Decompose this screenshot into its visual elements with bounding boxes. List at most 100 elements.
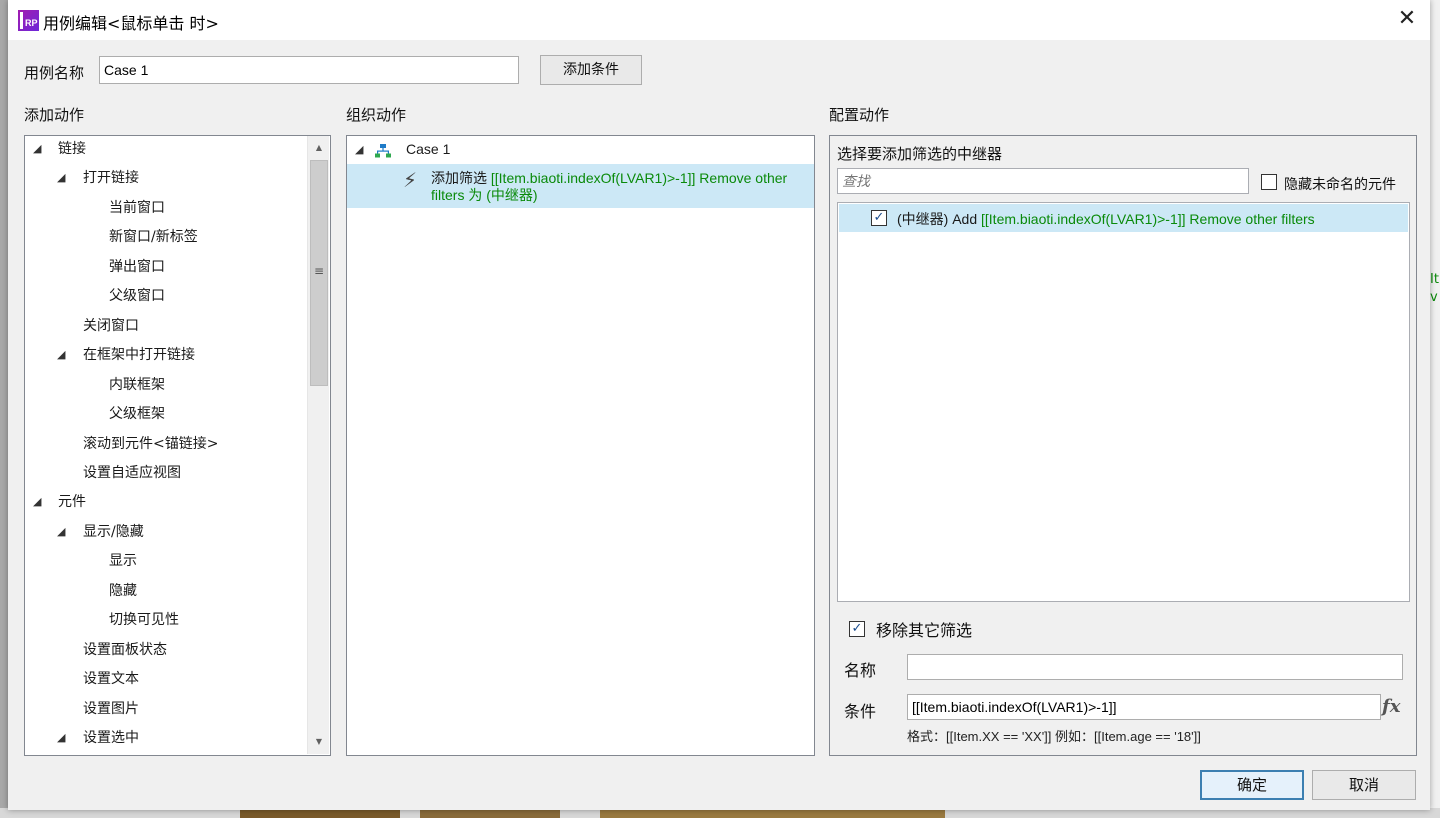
tree-item[interactable]: ◢ 链接 bbox=[25, 137, 305, 161]
case-node[interactable]: ◢ Case 1 bbox=[347, 138, 814, 162]
tree-item[interactable]: 新窗口/新标签 bbox=[25, 225, 305, 249]
tree-item[interactable]: 设置自适应视图 bbox=[25, 461, 305, 485]
configure-actions-heading: 配置动作 bbox=[829, 106, 890, 124]
configure-actions-panel: 选择要添加筛选的中继器 隐藏未命名的元件 ✓ (中继器) Add [[Item.… bbox=[829, 135, 1417, 756]
select-repeater-label: 选择要添加筛选的中继器 bbox=[837, 145, 1003, 163]
tree-item[interactable]: 切换可见性 bbox=[25, 608, 305, 632]
tree-item[interactable]: 弹出窗口 bbox=[25, 255, 305, 279]
background-app-edge bbox=[1430, 0, 1440, 818]
cancel-button[interactable]: 取消 bbox=[1312, 770, 1416, 800]
remove-other-filters-label: 移除其它筛选 bbox=[876, 621, 973, 640]
action-item-text: 添加筛选 [[Item.biaoti.indexOf(LVAR1)>-1]] R… bbox=[431, 170, 811, 204]
tree-item[interactable]: ◢ 元件 bbox=[25, 490, 305, 514]
action-item-add-filter[interactable]: ⚡ 添加筛选 [[Item.biaoti.indexOf(LVAR1)>-1]]… bbox=[347, 164, 814, 208]
expand-triangle-icon[interactable]: ◢ bbox=[57, 343, 65, 367]
tree-item[interactable]: 设置面板状态 bbox=[25, 638, 305, 662]
tree-item[interactable]: ◢ 显示/隐藏 bbox=[25, 520, 305, 544]
add-actions-tree: ◢ 链接 ◢ 打开链接当前窗口新窗口/新标签 弹出窗口父级窗口关闭窗口 ◢ 在框架中打开链接… bbox=[24, 135, 331, 756]
background-image-fragment bbox=[420, 810, 560, 818]
repeater-item-expression: [[Item.biaoti.indexOf(LVAR1)>-1]] Remove… bbox=[981, 211, 1315, 227]
scroll-thumb[interactable]: ≡ bbox=[310, 160, 328, 386]
expand-triangle-icon[interactable]: ◢ bbox=[355, 138, 363, 162]
tree-item-label: 设置文本 bbox=[83, 671, 139, 688]
tree-item-label: 切换可见性 bbox=[109, 612, 179, 629]
tree-item[interactable]: 父级窗口 bbox=[25, 284, 305, 308]
hide-unnamed-label: 隐藏未命名的元件 bbox=[1284, 177, 1396, 193]
background-text-fragment: v bbox=[1430, 290, 1438, 305]
tree-item[interactable]: 显示 bbox=[25, 549, 305, 573]
case-node-label: Case 1 bbox=[406, 141, 451, 157]
tree-item-label: 元件 bbox=[58, 494, 86, 511]
hide-unnamed-checkbox[interactable] bbox=[1261, 174, 1277, 190]
lightning-bolt-icon: ⚡ bbox=[403, 168, 418, 192]
repeater-item-checkbox[interactable]: ✓ bbox=[871, 210, 887, 226]
tree-item[interactable]: 设置文本 bbox=[25, 667, 305, 691]
remove-other-filters-checkbox[interactable]: ✓ bbox=[849, 621, 865, 637]
tree-item[interactable]: 隐藏 bbox=[25, 579, 305, 603]
filter-name-input[interactable] bbox=[907, 654, 1403, 680]
filter-name-label: 名称 bbox=[844, 661, 877, 680]
repeater-list: ✓ (中继器) Add [[Item.biaoti.indexOf(LVAR1)… bbox=[837, 202, 1410, 602]
case-name-input[interactable] bbox=[99, 56, 519, 84]
expand-triangle-icon[interactable]: ◢ bbox=[33, 137, 41, 161]
dialog-title: 用例编辑<鼠标单击 时> bbox=[43, 14, 219, 33]
tree-item-label: 隐藏 bbox=[109, 582, 137, 599]
case-flow-icon bbox=[375, 144, 391, 158]
search-input[interactable] bbox=[837, 168, 1249, 194]
tree-item-label: 显示/隐藏 bbox=[83, 523, 144, 540]
close-icon[interactable]: ✕ bbox=[1390, 4, 1424, 36]
tree-item[interactable]: 滚动到元件<锚链接> bbox=[25, 432, 305, 456]
organize-actions-heading: 组织动作 bbox=[346, 106, 407, 124]
tree-item-label: 设置自适应视图 bbox=[83, 464, 181, 481]
repeater-list-item[interactable]: ✓ (中继器) Add [[Item.biaoti.indexOf(LVAR1)… bbox=[839, 204, 1408, 232]
tree-item[interactable]: ◢ 打开链接 bbox=[25, 166, 305, 190]
case-editor-dialog: RP 用例编辑<鼠标单击 时> ✕ 用例名称 添加条件 添加动作 组织动作 配置… bbox=[8, 0, 1430, 810]
tree-item[interactable]: ◢ 设置选中 bbox=[25, 726, 305, 750]
action-prefix: 添加筛选 bbox=[431, 170, 491, 186]
fx-function-icon[interactable]: fx bbox=[1382, 696, 1400, 717]
tree-scrollbar[interactable]: ▲ ≡ ▼ bbox=[307, 136, 329, 754]
tree-item-label: 内联框架 bbox=[109, 376, 165, 393]
tree-item[interactable]: 父级框架 bbox=[25, 402, 305, 426]
tree-item[interactable]: 设置图片 bbox=[25, 697, 305, 721]
expand-triangle-icon[interactable]: ◢ bbox=[57, 166, 65, 190]
background-image-fragment bbox=[240, 810, 400, 818]
tree-item-label: 新窗口/新标签 bbox=[109, 229, 198, 246]
tree-item-label: 父级窗口 bbox=[109, 288, 165, 305]
tree-item-label: 关闭窗口 bbox=[83, 317, 139, 334]
grip-icon: ≡ bbox=[314, 264, 325, 278]
ok-button[interactable]: 确定 bbox=[1200, 770, 1304, 800]
tree-item-label: 滚动到元件<锚链接> bbox=[83, 435, 219, 452]
tree-item[interactable]: ◢ 在框架中打开链接 bbox=[25, 343, 305, 367]
tree-item-label: 在框架中打开链接 bbox=[83, 347, 195, 364]
scroll-up-arrow-icon[interactable]: ▲ bbox=[308, 138, 330, 158]
expand-triangle-icon[interactable]: ◢ bbox=[33, 490, 41, 514]
tree-item-label: 显示 bbox=[109, 553, 137, 570]
tree-item[interactable]: 关闭窗口 bbox=[25, 314, 305, 338]
tree-item[interactable]: 当前窗口 bbox=[25, 196, 305, 220]
expand-triangle-icon[interactable]: ◢ bbox=[57, 726, 65, 750]
title-bar: RP 用例编辑<鼠标单击 时> ✕ bbox=[8, 0, 1430, 40]
tree-item-label: 设置选中 bbox=[83, 730, 139, 746]
tree-item[interactable]: 内联框架 bbox=[25, 373, 305, 397]
tree-item-label: 设置图片 bbox=[83, 700, 139, 717]
tree-item-label: 链接 bbox=[58, 141, 86, 157]
tree-item-label: 父级框架 bbox=[109, 406, 165, 423]
add-condition-button[interactable]: 添加条件 bbox=[540, 55, 642, 85]
background-image-fragment bbox=[600, 810, 945, 818]
repeater-item-text: (中继器) Add [[Item.biaoti.indexOf(LVAR1)>-… bbox=[897, 209, 1315, 229]
scroll-down-arrow-icon[interactable]: ▼ bbox=[308, 732, 330, 752]
tree-item-label: 弹出窗口 bbox=[109, 258, 165, 275]
axure-rp-logo-icon: RP bbox=[18, 10, 39, 31]
tree-item-label: 打开链接 bbox=[83, 170, 139, 187]
condition-input[interactable] bbox=[907, 694, 1381, 720]
tree-item-label: 当前窗口 bbox=[109, 199, 165, 216]
background-text-fragment: It bbox=[1430, 272, 1439, 287]
tree-item-label: 设置面板状态 bbox=[83, 641, 167, 658]
organize-actions-panel: ◢ Case 1 ⚡ 添加筛选 [[Item.biaoti.indexOf(LV… bbox=[346, 135, 815, 756]
condition-label: 条件 bbox=[844, 702, 877, 721]
add-actions-heading: 添加动作 bbox=[24, 106, 85, 124]
repeater-item-prefix: (中继器) Add bbox=[897, 211, 982, 227]
case-name-label: 用例名称 bbox=[24, 64, 85, 82]
expand-triangle-icon[interactable]: ◢ bbox=[57, 520, 65, 544]
